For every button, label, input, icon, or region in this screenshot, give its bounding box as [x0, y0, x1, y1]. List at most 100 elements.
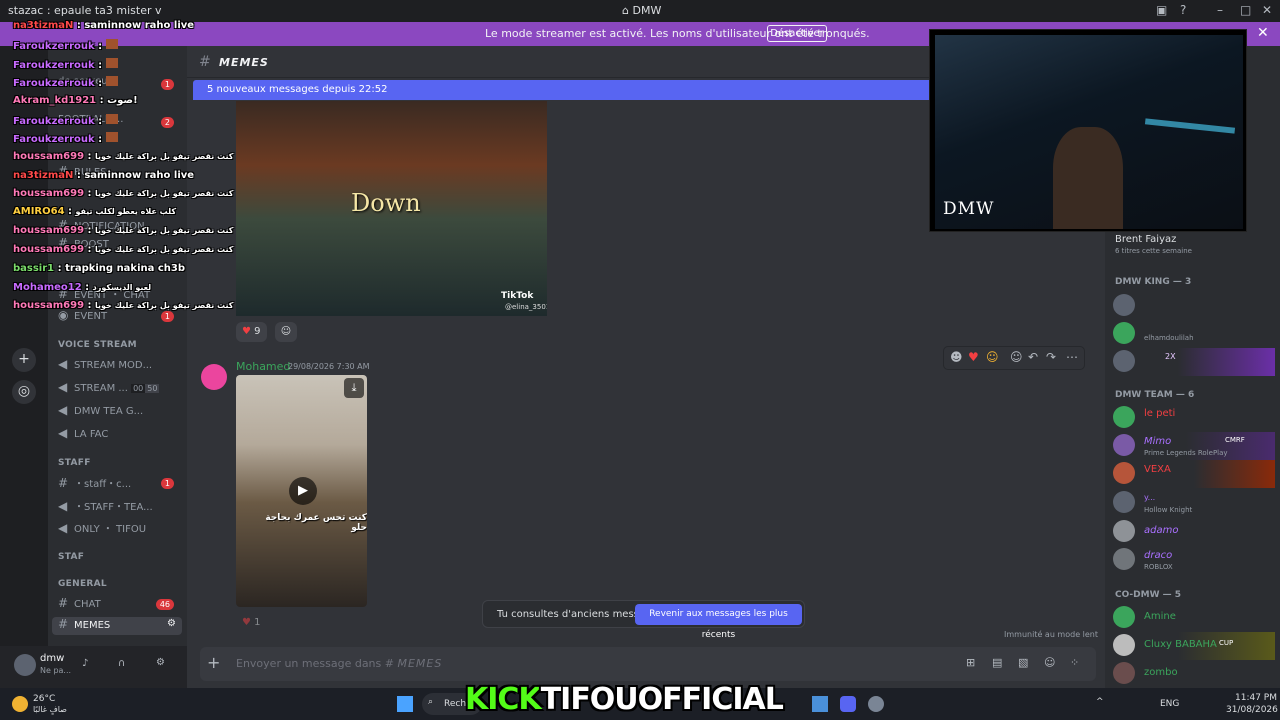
unread-badge: 46: [155, 599, 174, 610]
member-item[interactable]: Amine: [1113, 604, 1275, 632]
disable-streamer-button[interactable]: Désactiver: [767, 25, 827, 42]
settings-icon[interactable]: ⚙: [167, 618, 176, 629]
jump-to-present-button[interactable]: Revenir aux messages les plus récents: [635, 604, 802, 640]
close-window-button[interactable]: ✕: [1262, 3, 1272, 17]
minimize-button[interactable]: –: [1217, 3, 1223, 17]
gift-icon[interactable]: ⊞: [966, 656, 975, 669]
laugh-emoji-icon[interactable]: ☻: [950, 350, 963, 364]
message-timestamp: 29/08/2026 7:30 AM: [288, 362, 370, 371]
member-name: VEXA: [1144, 464, 1171, 475]
channel-label: LA FAC: [74, 429, 109, 440]
close-banner-icon[interactable]: ✕: [1257, 25, 1269, 41]
member-group-co-dmw: CO-DMW — 5: [1115, 590, 1182, 600]
member-item[interactable]: 2X: [1113, 348, 1275, 376]
headphones-icon[interactable]: ∩: [118, 658, 125, 669]
attach-plus-icon[interactable]: +: [207, 653, 220, 672]
heart-reaction[interactable]: ♥ 1: [236, 613, 267, 633]
message-composer[interactable]: + Envoyer un message dans # MEMES ⊞ ▤ ▧ …: [200, 647, 1096, 681]
member-tag: 2X: [1165, 352, 1176, 361]
new-messages-bar[interactable]: 5 nouveaux messages depuis 22:52: [193, 80, 933, 100]
gif-icon[interactable]: ▤: [992, 656, 1002, 669]
heart-emoji-icon[interactable]: ♥: [968, 350, 979, 364]
emote-icon: [105, 39, 118, 49]
window-title-left: stazac : epaule ta3 mister v: [8, 4, 162, 17]
download-icon[interactable]: ⤓: [344, 378, 364, 398]
add-reaction-icon[interactable]: ☺: [1010, 350, 1023, 364]
member-name: y...: [1144, 493, 1156, 502]
reply-icon[interactable]: ↶: [1028, 350, 1038, 364]
gear-icon[interactable]: ⚙: [156, 657, 165, 668]
chat-user: na3tizmaN: [13, 170, 74, 181]
voice-channel-stream[interactable]: ◀ STREAM ... 00 50: [58, 380, 182, 398]
inbox-icon[interactable]: ▣: [1156, 3, 1167, 17]
member-item[interactable]: le peti: [1113, 404, 1275, 432]
video-embed[interactable]: كنت تحس عمرك بحاجة حلو ▶ ⤓: [236, 375, 367, 607]
category-staf[interactable]: STAF: [58, 552, 84, 562]
member-item[interactable]: VEXA: [1113, 460, 1275, 488]
more-icon[interactable]: ⋯: [1066, 350, 1078, 364]
weather-icon[interactable]: [12, 696, 28, 712]
emoji-icon[interactable]: ☺: [986, 350, 999, 364]
chat-user: Faroukzerrouk: [13, 116, 95, 127]
sticker-icon[interactable]: ▧: [1018, 656, 1028, 669]
speaker-icon: ◀: [58, 403, 68, 417]
chat-message: كنت نقصر تيفو بل براكة عليك خويا: [95, 245, 234, 254]
search-label: Rech: [444, 699, 467, 709]
maximize-button[interactable]: □: [1240, 3, 1251, 17]
member-name: Amine: [1144, 611, 1176, 622]
emoji-icon[interactable]: ☺: [1044, 656, 1055, 669]
chat-line: AMIRO64 : كلب علاه يعطو لكلب تيفو: [13, 206, 177, 217]
category-general[interactable]: GENERAL: [58, 579, 107, 589]
channel-memes[interactable]: # MEMES ⚙: [52, 617, 182, 635]
member-status: elhamdoulilah: [1144, 334, 1194, 342]
heart-icon: ♥: [242, 326, 251, 337]
voice-channel-only-tifou[interactable]: ◀ ONLY ・ TIFOU: [58, 520, 182, 538]
avatar: [1113, 350, 1135, 372]
app-icon[interactable]: [812, 696, 828, 712]
tray-expand-icon[interactable]: ^: [1096, 697, 1104, 707]
voice-channel-stream-mod[interactable]: ◀ STREAM MOD...: [58, 357, 182, 375]
member-item[interactable]: adamo: [1113, 518, 1275, 546]
add-server-icon[interactable]: +: [12, 348, 36, 372]
voice-channel-dmw-team[interactable]: ◀ DMW TEA G...: [58, 403, 182, 421]
voice-channel-staff-team[interactable]: ◀ ・STAFF・TEA...: [58, 498, 182, 516]
chat-message: كنت نقصر تيفو بل براكة عليك خويا: [95, 301, 234, 310]
member-item[interactable]: Mimo CMRF Prime Legends RolePlay: [1113, 432, 1275, 460]
weather-desc: صافٍ غالبًا: [33, 705, 67, 714]
video-embed[interactable]: Down TikTok @elina_3501: [236, 101, 547, 316]
avatar[interactable]: [14, 654, 36, 676]
member-activity: Hollow Knight: [1144, 506, 1193, 514]
member-item[interactable]: y... Hollow Knight: [1113, 489, 1275, 517]
heart-reaction[interactable]: ♥ 9: [236, 322, 267, 342]
explore-icon[interactable]: ◎: [12, 380, 36, 404]
forward-icon[interactable]: ↷: [1046, 350, 1056, 364]
discord-icon[interactable]: [840, 696, 856, 712]
microphone-icon[interactable]: ♪: [82, 658, 88, 669]
message-author[interactable]: Mohamed: [236, 360, 290, 373]
chat-line: na3tizmaN : saminnow raho live: [13, 20, 195, 31]
chat-line: Faroukzerrouk :: [13, 114, 118, 127]
member-item[interactable]: [1113, 292, 1275, 320]
category-voice-stream[interactable]: VOICE STREAM: [58, 340, 137, 350]
chat-message: trapking nakina ch3b: [65, 263, 186, 274]
voice-channel-la-fac[interactable]: ◀ LA FAC: [58, 426, 182, 444]
help-icon[interactable]: ?: [1180, 3, 1186, 17]
language-indicator[interactable]: ENG: [1160, 699, 1179, 709]
chat-user: Faroukzerrouk: [13, 134, 95, 145]
avatar[interactable]: [201, 364, 227, 390]
member-item[interactable]: zombo: [1113, 660, 1275, 688]
category-staff[interactable]: STAFF: [58, 458, 91, 468]
apps-icon[interactable]: ⁘: [1070, 656, 1079, 669]
member-activity[interactable]: Brent Faiyaz 6 titres cette semaine: [1113, 230, 1275, 258]
member-item[interactable]: draco ROBLOX: [1113, 546, 1275, 574]
member-item[interactable]: elhamdoulilah: [1113, 320, 1275, 348]
add-reaction-button[interactable]: ☺: [275, 322, 297, 342]
chat-line: houssam699 : كنت نقصر تيفو بل براكة عليك…: [13, 151, 234, 162]
hash-icon: #: [199, 54, 211, 70]
channel-chat[interactable]: # CHAT 46: [58, 596, 182, 614]
windows-start-icon[interactable]: [397, 696, 413, 712]
channel-staff-c[interactable]: # ・staff・c... 1: [58, 475, 182, 493]
member-item[interactable]: Cluxy BABAHA CUP: [1113, 632, 1275, 660]
settings-app-icon[interactable]: [868, 696, 884, 712]
play-icon[interactable]: ▶: [289, 477, 317, 505]
